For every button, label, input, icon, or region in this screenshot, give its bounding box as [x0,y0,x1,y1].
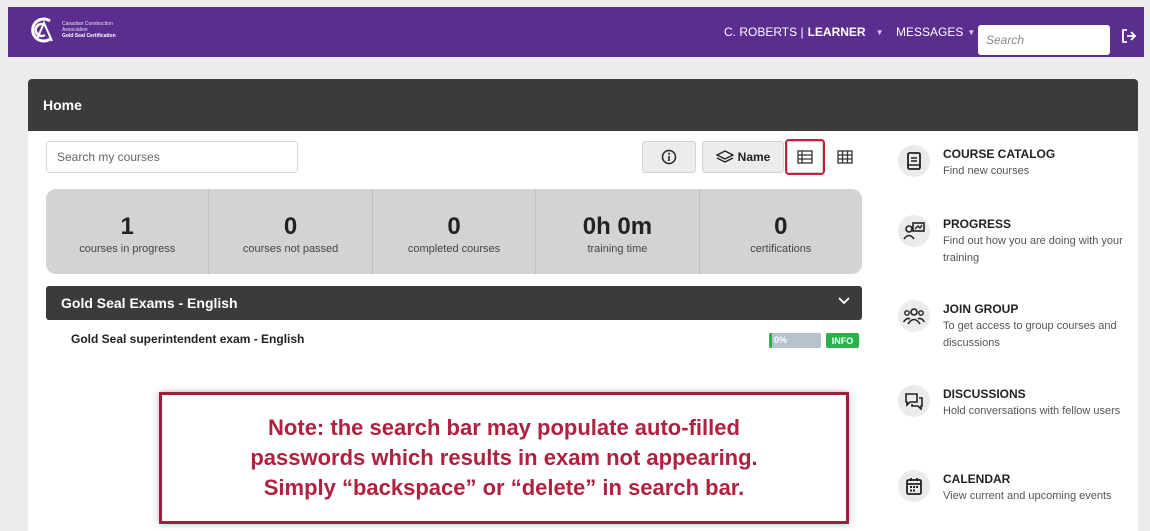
note-line-2: passwords which results in exam not appe… [250,445,758,470]
group-title: Gold Seal Exams - English [61,295,238,311]
note-text: Note: the search bar may populate auto-f… [250,413,757,503]
sidebar-item-desc: To get access to group courses and discu… [943,320,1117,349]
sort-label: Name [737,150,771,164]
cca-logo[interactable]: Canadian Construction Association Gold S… [28,15,116,45]
course-name[interactable]: Gold Seal superintendent exam - English [71,332,304,346]
group-icon [898,300,930,332]
stat-label: training time [587,242,648,255]
layers-icon [715,150,734,163]
user-role: LEARNER [807,25,866,39]
sidebar-item-title: CALENDAR [943,472,1011,486]
stat-completed-courses: 0 completed courses [373,189,537,274]
info-button[interactable] [642,141,696,173]
sidebar-item-desc: Find new courses [943,165,1030,177]
messages-label: MESSAGES [896,25,964,39]
note-line-3: Simply “backspace” or “delete” in search… [263,475,745,500]
stat-certifications: 0 certifications [700,189,862,274]
chat-icon [898,385,930,417]
course-row[interactable]: Gold Seal superintendent exam - English … [46,326,862,354]
sort-by-name-button[interactable]: Name [702,141,784,173]
logout-icon [1122,29,1137,43]
top-navigation-bar: Canadian Construction Association Gold S… [8,7,1144,57]
sidebar-item-desc: Hold conversations with fellow users [943,405,1121,417]
progress-chart-icon [898,215,930,247]
stat-value: 0 [283,212,298,240]
stat-courses-in-progress: 1 courses in progress [46,189,210,274]
grid-view-icon [837,150,853,164]
logo-line-3: Gold Seal Certification [62,33,116,39]
note-line-1: Note: the search bar may populate auto-f… [268,415,740,440]
course-info-badge[interactable]: INFO [826,333,859,348]
sidebar-item-title: PROGRESS [943,217,1012,231]
course-group-header[interactable]: Gold Seal Exams - English [46,286,862,320]
sidebar-item-desc: View current and upcoming events [943,490,1112,502]
stat-value: 1 [120,212,134,240]
stat-training-time: 0h 0m training time [536,189,700,274]
stats-summary: 1 courses in progress 0 courses not pass… [46,189,862,274]
sidebar-item-title: JOIN GROUP [943,302,1019,316]
messages-menu[interactable]: MESSAGES ▼ [896,25,975,39]
stat-label: courses in progress [79,242,176,255]
page-title: Home [28,79,1138,131]
sidebar-item-title: DISCUSSIONS [943,387,1026,401]
book-icon [898,145,930,177]
grid-view-button[interactable] [829,141,861,173]
list-view-highlight [785,139,825,175]
chevron-down-icon: ▼ [875,27,884,37]
stat-value: 0 [447,212,461,240]
stat-value: 0 [774,212,788,240]
sidebar-item-desc: Find out how you are doing with your tra… [943,235,1123,264]
chevron-down-icon [838,297,850,305]
logo-text: Canadian Construction Association Gold S… [62,21,116,39]
progress-percent: 0% [774,335,788,345]
chevron-down-icon: ▼ [967,27,976,37]
stat-courses-not-passed: 0 courses not passed [209,189,373,274]
stat-label: courses not passed [242,242,339,255]
user-menu[interactable]: C. ROBERTS | LEARNER ▼ [724,25,884,39]
sidebar-item-title: COURSE CATALOG [943,147,1056,161]
progress-fill [769,333,772,348]
course-progress-bar: 0% [769,333,821,348]
stat-label: completed courses [407,242,501,255]
search-bar-note-callout: Note: the search bar may populate auto-f… [159,392,849,524]
user-name: C. ROBERTS | [724,25,804,39]
calendar-icon [898,470,930,502]
logout-button[interactable] [1121,29,1137,48]
stat-label: certifications [750,242,812,255]
global-search-input[interactable] [978,25,1110,55]
info-icon [661,149,677,165]
stat-value: 0h 0m [582,212,653,240]
course-search-input[interactable] [46,141,298,173]
cca-logo-icon [31,17,53,43]
